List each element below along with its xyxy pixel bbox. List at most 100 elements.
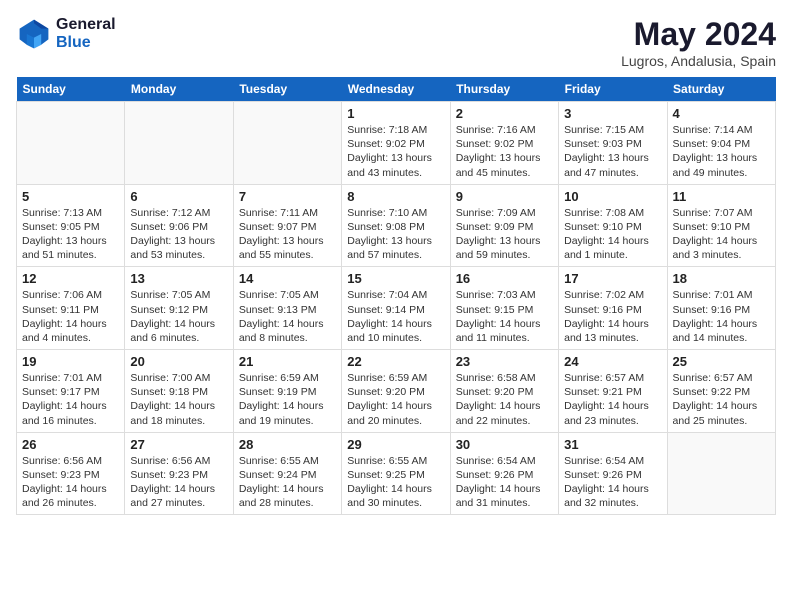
day-info: Sunrise: 7:06 AMSunset: 9:11 PMDaylight:… xyxy=(22,288,119,345)
day-info: Sunrise: 7:05 AMSunset: 9:12 PMDaylight:… xyxy=(130,288,227,345)
day-info: Sunrise: 7:01 AMSunset: 9:17 PMDaylight:… xyxy=(22,371,119,428)
weekday-header: Tuesday xyxy=(233,77,341,102)
logo: General Blue xyxy=(16,16,116,52)
day-info: Sunrise: 6:58 AMSunset: 9:20 PMDaylight:… xyxy=(456,371,553,428)
day-number: 6 xyxy=(130,189,227,204)
calendar-cell: 8 Sunrise: 7:10 AMSunset: 9:08 PMDaylight… xyxy=(342,184,450,267)
calendar-cell: 18 Sunrise: 7:01 AMSunset: 9:16 PMDayligh… xyxy=(667,267,775,350)
day-info: Sunrise: 7:13 AMSunset: 9:05 PMDaylight:… xyxy=(22,206,119,263)
day-info: Sunrise: 7:16 AMSunset: 9:02 PMDaylight:… xyxy=(456,123,553,180)
day-info: Sunrise: 7:05 AMSunset: 9:13 PMDaylight:… xyxy=(239,288,336,345)
location-title: Lugros, Andalusia, Spain xyxy=(621,53,776,69)
calendar-cell: 21 Sunrise: 6:59 AMSunset: 9:19 PMDayligh… xyxy=(233,350,341,433)
calendar-cell: 2 Sunrise: 7:16 AMSunset: 9:02 PMDaylight… xyxy=(450,102,558,185)
day-number: 10 xyxy=(564,189,661,204)
day-number: 20 xyxy=(130,354,227,369)
day-number: 4 xyxy=(673,106,770,121)
calendar-cell: 20 Sunrise: 7:00 AMSunset: 9:18 PMDayligh… xyxy=(125,350,233,433)
calendar-cell: 27Sunrise: 6:56 AMSunset: 9:23 PMDayligh… xyxy=(125,432,233,515)
day-info: Sunrise: 6:59 AMSunset: 9:19 PMDaylight:… xyxy=(239,371,336,428)
day-number: 23 xyxy=(456,354,553,369)
day-info: Sunrise: 7:12 AMSunset: 9:06 PMDaylight:… xyxy=(130,206,227,263)
calendar-cell: 26 Sunrise: 6:56 AMSunset: 9:23 PMDayligh… xyxy=(17,432,125,515)
weekday-header: Monday xyxy=(125,77,233,102)
month-title: May 2024 xyxy=(621,16,776,53)
weekday-header: Sunday xyxy=(17,77,125,102)
weekday-header-row: SundayMondayTuesdayWednesdayThursdayFrid… xyxy=(17,77,776,102)
day-number: 29 xyxy=(347,437,444,452)
calendar-cell: 19 Sunrise: 7:01 AMSunset: 9:17 PMDayligh… xyxy=(17,350,125,433)
day-info: Sunrise: 6:54 AMSunset: 9:26 PMDaylight:… xyxy=(456,454,553,511)
calendar-cell: 25 Sunrise: 6:57 AMSunset: 9:22 PMDayligh… xyxy=(667,350,775,433)
weekday-header: Saturday xyxy=(667,77,775,102)
day-info: Sunrise: 6:59 AMSunset: 9:20 PMDaylight:… xyxy=(347,371,444,428)
day-number: 12 xyxy=(22,271,119,286)
day-info: Sunrise: 7:08 AMSunset: 9:10 PMDaylight:… xyxy=(564,206,661,263)
day-number: 17 xyxy=(564,271,661,286)
day-number: 3 xyxy=(564,106,661,121)
calendar-cell: 12 Sunrise: 7:06 AMSunset: 9:11 PMDayligh… xyxy=(17,267,125,350)
calendar-week-row: 26 Sunrise: 6:56 AMSunset: 9:23 PMDayligh… xyxy=(17,432,776,515)
logo-icon xyxy=(16,16,52,52)
day-info: Sunrise: 7:10 AMSunset: 9:08 PMDaylight:… xyxy=(347,206,444,263)
day-number: 1 xyxy=(347,106,444,121)
day-number: 2 xyxy=(456,106,553,121)
weekday-header: Thursday xyxy=(450,77,558,102)
day-number: 14 xyxy=(239,271,336,286)
day-info: Sunrise: 6:56 AMSunset: 9:23 PMDaylight:… xyxy=(130,454,227,511)
day-info: Sunrise: 6:57 AMSunset: 9:22 PMDaylight:… xyxy=(673,371,770,428)
calendar-cell: 30 Sunrise: 6:54 AMSunset: 9:26 PMDayligh… xyxy=(450,432,558,515)
day-number: 13 xyxy=(130,271,227,286)
calendar-cell: 24Sunrise: 6:57 AMSunset: 9:21 PMDayligh… xyxy=(559,350,667,433)
day-number: 30 xyxy=(456,437,553,452)
day-number: 15 xyxy=(347,271,444,286)
calendar-cell: 1 Sunrise: 7:18 AMSunset: 9:02 PMDaylight… xyxy=(342,102,450,185)
day-number: 31 xyxy=(564,437,661,452)
day-number: 22 xyxy=(347,354,444,369)
day-info: Sunrise: 6:55 AMSunset: 9:25 PMDaylight:… xyxy=(347,454,444,511)
day-info: Sunrise: 7:18 AMSunset: 9:02 PMDaylight:… xyxy=(347,123,444,180)
calendar-cell: 7Sunrise: 7:11 AMSunset: 9:07 PMDaylight… xyxy=(233,184,341,267)
calendar-cell: 17 Sunrise: 7:02 AMSunset: 9:16 PMDayligh… xyxy=(559,267,667,350)
day-info: Sunrise: 7:00 AMSunset: 9:18 PMDaylight:… xyxy=(130,371,227,428)
day-info: Sunrise: 6:57 AMSunset: 9:21 PMDaylight:… xyxy=(564,371,661,428)
weekday-header: Wednesday xyxy=(342,77,450,102)
calendar-cell: 10 Sunrise: 7:08 AMSunset: 9:10 PMDayligh… xyxy=(559,184,667,267)
day-number: 28 xyxy=(239,437,336,452)
day-info: Sunrise: 6:54 AMSunset: 9:26 PMDaylight:… xyxy=(564,454,661,511)
title-block: May 2024 Lugros, Andalusia, Spain xyxy=(621,16,776,69)
day-number: 16 xyxy=(456,271,553,286)
calendar-cell: 22 Sunrise: 6:59 AMSunset: 9:20 PMDayligh… xyxy=(342,350,450,433)
day-number: 19 xyxy=(22,354,119,369)
day-number: 8 xyxy=(347,189,444,204)
day-number: 7 xyxy=(239,189,336,204)
day-info: Sunrise: 6:56 AMSunset: 9:23 PMDaylight:… xyxy=(22,454,119,511)
calendar-cell: 28 Sunrise: 6:55 AMSunset: 9:24 PMDayligh… xyxy=(233,432,341,515)
calendar-cell: 6 Sunrise: 7:12 AMSunset: 9:06 PMDaylight… xyxy=(125,184,233,267)
weekday-header: Friday xyxy=(559,77,667,102)
day-number: 18 xyxy=(673,271,770,286)
calendar-cell: 9Sunrise: 7:09 AMSunset: 9:09 PMDaylight… xyxy=(450,184,558,267)
calendar-cell: 4 Sunrise: 7:14 AMSunset: 9:04 PMDaylight… xyxy=(667,102,775,185)
calendar-cell: 13 Sunrise: 7:05 AMSunset: 9:12 PMDayligh… xyxy=(125,267,233,350)
page-header: General Blue May 2024 Lugros, Andalusia,… xyxy=(16,16,776,69)
day-info: Sunrise: 7:02 AMSunset: 9:16 PMDaylight:… xyxy=(564,288,661,345)
calendar-cell xyxy=(125,102,233,185)
day-number: 26 xyxy=(22,437,119,452)
day-info: Sunrise: 7:15 AMSunset: 9:03 PMDaylight:… xyxy=(564,123,661,180)
calendar-cell xyxy=(667,432,775,515)
day-info: Sunrise: 7:01 AMSunset: 9:16 PMDaylight:… xyxy=(673,288,770,345)
day-info: Sunrise: 7:04 AMSunset: 9:14 PMDaylight:… xyxy=(347,288,444,345)
day-info: Sunrise: 7:03 AMSunset: 9:15 PMDaylight:… xyxy=(456,288,553,345)
calendar-cell: 29 Sunrise: 6:55 AMSunset: 9:25 PMDayligh… xyxy=(342,432,450,515)
day-info: Sunrise: 7:14 AMSunset: 9:04 PMDaylight:… xyxy=(673,123,770,180)
calendar-cell: 14 Sunrise: 7:05 AMSunset: 9:13 PMDayligh… xyxy=(233,267,341,350)
day-info: Sunrise: 7:09 AMSunset: 9:09 PMDaylight:… xyxy=(456,206,553,263)
calendar-cell: 3 Sunrise: 7:15 AMSunset: 9:03 PMDaylight… xyxy=(559,102,667,185)
day-info: Sunrise: 6:55 AMSunset: 9:24 PMDaylight:… xyxy=(239,454,336,511)
calendar-cell: 31 Sunrise: 6:54 AMSunset: 9:26 PMDayligh… xyxy=(559,432,667,515)
day-number: 21 xyxy=(239,354,336,369)
calendar-cell xyxy=(17,102,125,185)
day-number: 25 xyxy=(673,354,770,369)
calendar-cell: 15 Sunrise: 7:04 AMSunset: 9:14 PMDayligh… xyxy=(342,267,450,350)
